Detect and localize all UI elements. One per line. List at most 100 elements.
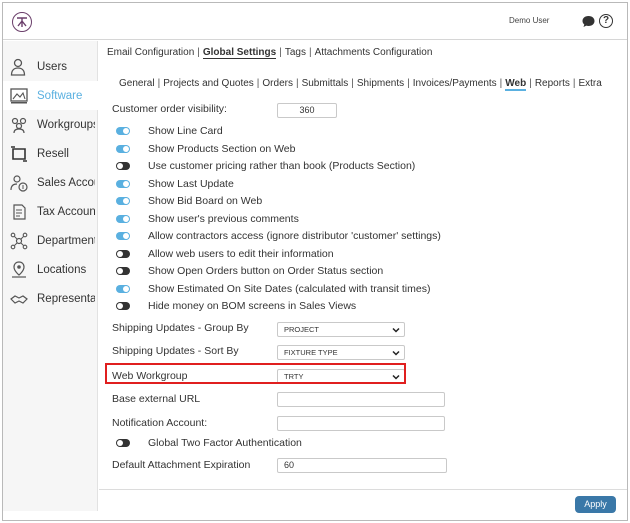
subtab-shipments[interactable]: Shipments — [357, 78, 404, 89]
default-attachment-expiration-input[interactable]: 60 — [277, 458, 447, 473]
toggle-row-show-last-update[interactable]: Show Last Update — [116, 176, 234, 192]
sidebar-item-label: Workgroups — [37, 118, 95, 131]
tab-email-configuration[interactable]: Email Configuration — [107, 47, 194, 58]
sidebar-item-software[interactable]: Software — [3, 81, 98, 110]
tab-global-settings[interactable]: Global Settings — [202, 47, 277, 59]
footer-bar — [99, 489, 627, 520]
sidebar-item-label: Software — [37, 89, 83, 102]
user-name[interactable]: Demo User — [509, 16, 549, 25]
tab-separator: | — [295, 78, 299, 89]
tab-attachments-configuration[interactable]: Attachments Configuration — [315, 47, 433, 58]
toggle-switch[interactable] — [116, 284, 130, 293]
sidebar-item-locations[interactable]: Locations — [3, 255, 98, 284]
toggle-switch[interactable] — [116, 232, 130, 240]
toggle-switch[interactable] — [116, 214, 130, 223]
toggle-row-hide-money-bom[interactable]: Hide money on BOM screens in Sales Views — [116, 298, 356, 314]
subtab-invoices-payments[interactable]: Invoices/Payments — [413, 78, 497, 89]
toggle-label: Show Last Update — [148, 177, 234, 190]
sidebar-item-sales-accounts[interactable]: Sales Accounts — [3, 168, 98, 197]
toggle-switch[interactable] — [116, 144, 130, 153]
tab-separator: | — [499, 78, 503, 89]
toggle-switch[interactable] — [116, 197, 130, 205]
sidebar-item-label: Tax Accounts — [37, 205, 95, 218]
notification-account-input[interactable] — [277, 416, 445, 431]
toggle-switch[interactable] — [116, 162, 130, 170]
toggle-switch[interactable] — [116, 267, 130, 275]
chevron-down-icon — [392, 350, 400, 356]
subtab-orders[interactable]: Orders — [262, 78, 293, 89]
base-external-url-label: Base external URL — [112, 393, 201, 405]
subtab-web[interactable]: Web — [505, 78, 527, 91]
toggle-row-show-bid-board[interactable]: Show Bid Board on Web — [116, 193, 262, 209]
help-icon[interactable]: ? — [599, 14, 613, 28]
web-workgroup-highlight — [105, 363, 406, 384]
sidebar-item-workgroups[interactable]: Workgroups — [3, 110, 98, 139]
notification-account-label: Notification Account: — [112, 417, 208, 429]
toggle-row-show-products-section[interactable]: Show Products Section on Web — [116, 141, 295, 157]
toggle-label: Allow contractors access (ignore distrib… — [148, 230, 441, 242]
shipping-sort-by-select[interactable]: FIXTURE TYPE — [277, 345, 405, 360]
sidebar: Users Software Workgroups Resell Sales A… — [3, 41, 98, 511]
top-bar: Demo User ? — [3, 3, 627, 40]
toggle-switch[interactable] — [116, 179, 130, 188]
toggle-row-show-open-orders-button[interactable]: Show Open Orders button on Order Status … — [116, 263, 383, 279]
toggle-label: Show Bid Board on Web — [148, 195, 263, 207]
sales-accounts-icon — [9, 173, 29, 193]
base-external-url-input[interactable] — [277, 392, 445, 407]
subtab-general[interactable]: General — [119, 78, 155, 89]
chat-icon[interactable] — [582, 15, 595, 28]
customer-order-visibility-input[interactable]: 360 — [277, 103, 337, 118]
subtab-projects-and-quotes[interactable]: Projects and Quotes — [163, 78, 254, 89]
toggle-label: Show user's previous comments — [148, 212, 299, 225]
tab-tags[interactable]: Tags — [285, 47, 306, 58]
shipping-group-by-select[interactable]: PROJECT — [277, 322, 405, 337]
toggle-switch[interactable] — [116, 249, 130, 258]
tab-separator: | — [407, 78, 410, 89]
toggle-label: Allow web users to edit their informatio… — [148, 247, 334, 260]
sub-tabs: General | Projects and Quotes | Orders | Submi… — [119, 78, 602, 91]
shipping-group-by-label: Shipping Updates - Group By — [112, 322, 249, 334]
sidebar-item-label: Departments — [37, 234, 95, 247]
sidebar-item-tax-accounts[interactable]: Tax Accounts — [3, 197, 98, 226]
tab-separator: | — [256, 78, 260, 89]
representatives-icon — [9, 289, 29, 309]
toggle-row-allow-contractors-access[interactable]: Allow contractors access (ignore distrib… — [116, 228, 441, 244]
toggle-switch[interactable] — [116, 127, 130, 135]
sidebar-item-resell[interactable]: Resell — [3, 139, 98, 168]
toggle-label: Show Products Section on Web — [148, 142, 296, 155]
toggle-row-allow-web-users-edit[interactable]: Allow web users to edit their informatio… — [116, 246, 334, 262]
tab-separator: | — [157, 78, 161, 89]
tab-separator: | — [351, 78, 354, 89]
app-logo-icon[interactable] — [12, 12, 32, 32]
apply-button[interactable]: Apply — [575, 496, 616, 513]
locations-icon — [9, 260, 29, 280]
sidebar-item-label: Resell — [37, 147, 69, 160]
subtab-submittals[interactable]: Submittals — [302, 78, 349, 89]
toggle-row-show-estimated-on-site-dates[interactable]: Show Estimated On Site Dates (calculated… — [116, 281, 430, 297]
toggle-switch[interactable] — [116, 439, 130, 447]
sidebar-item-representatives[interactable]: Representatives — [3, 284, 98, 313]
tab-separator: | — [197, 47, 200, 58]
chevron-down-icon — [392, 327, 400, 333]
tab-separator: | — [529, 78, 532, 89]
shipping-sort-by-label: Shipping Updates - Sort By — [112, 345, 239, 357]
sidebar-item-label: Users — [37, 60, 68, 73]
toggle-label: Hide money on BOM screens in Sales Views — [148, 300, 357, 312]
toggle-switch[interactable] — [116, 302, 130, 310]
toggle-label: Use customer pricing rather than book (P… — [148, 160, 416, 172]
departments-icon — [9, 231, 29, 251]
toggle-label: Show Estimated On Site Dates (calculated… — [148, 282, 431, 295]
sidebar-item-departments[interactable]: Departments — [3, 226, 98, 255]
toggle-row-show-line-card[interactable]: Show Line Card — [116, 123, 223, 139]
tab-separator: | — [279, 47, 282, 58]
subtab-reports[interactable]: Reports — [535, 78, 570, 89]
toggle-row-use-customer-pricing[interactable]: Use customer pricing rather than book (P… — [116, 158, 415, 174]
sidebar-item-users[interactable]: Users — [3, 52, 98, 81]
customer-order-visibility-label: Customer order visibility: — [112, 103, 227, 115]
toggle-row-global-two-factor[interactable]: Global Two Factor Authentication — [116, 435, 302, 451]
tab-separator: | — [308, 47, 312, 58]
toggle-row-show-previous-comments[interactable]: Show user's previous comments — [116, 211, 299, 227]
toggle-label: Global Two Factor Authentication — [148, 437, 302, 449]
subtab-extra[interactable]: Extra — [578, 78, 601, 89]
tax-accounts-icon — [9, 202, 29, 222]
